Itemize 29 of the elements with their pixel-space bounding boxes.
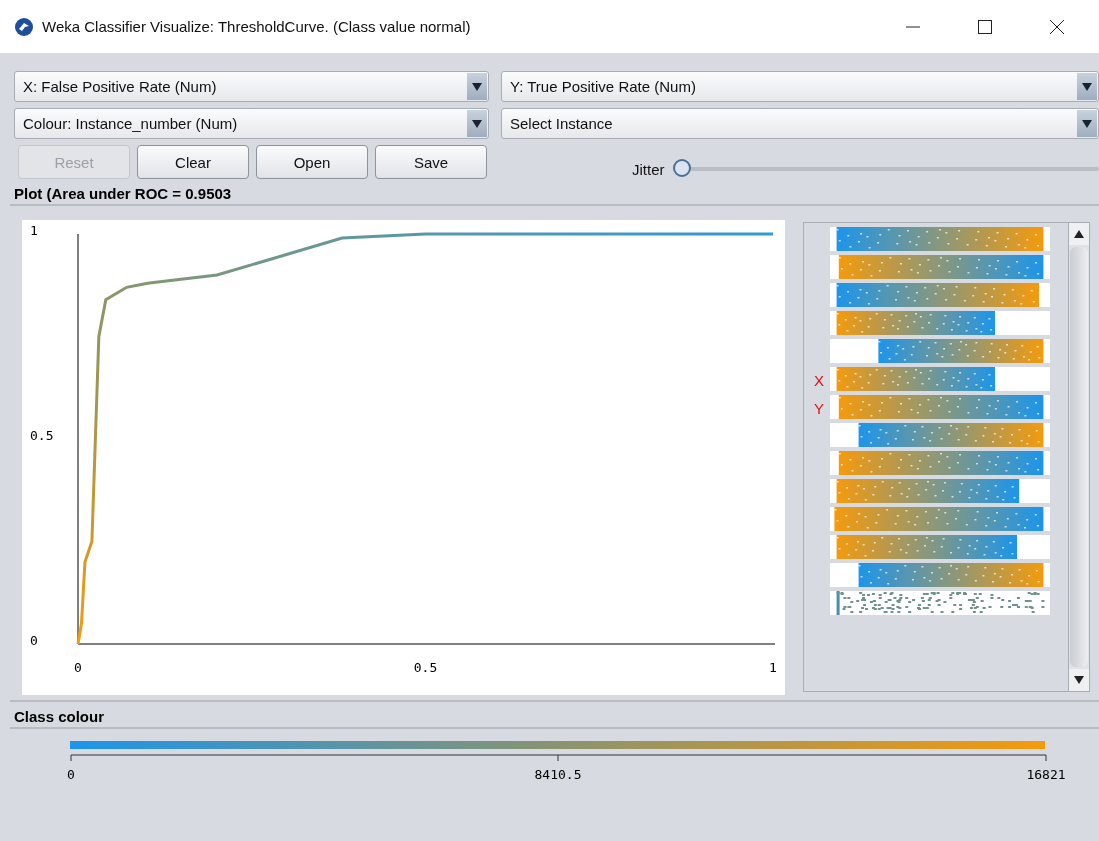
dropdown[interactable]: Y: True Positive Rate (Num): [501, 71, 1099, 102]
y-marker: Y: [813, 399, 825, 419]
dropdown[interactable]: X: False Positive Rate (Num): [14, 71, 489, 102]
y-tick-label: 0.5: [30, 428, 54, 443]
colour-scale-label: 16821: [1026, 767, 1066, 782]
plot-title: Plot (Area under ROC = 0.9503: [13, 184, 233, 204]
x-tick-label: 0.5: [413, 660, 438, 675]
y-tick-label: 0: [30, 633, 38, 648]
x-tick-label: 1: [769, 660, 777, 675]
dropdown[interactable]: Colour: Instance_number (Num): [14, 108, 489, 139]
x-marker: X: [813, 371, 825, 391]
y-tick-label: 1: [30, 223, 38, 238]
close-icon[interactable]: [1049, 18, 1065, 35]
window-title: Weka Classifier Visualize: ThresholdCurve. (Class value normal): [42, 18, 472, 35]
scroll-down-icon[interactable]: [1069, 669, 1089, 691]
scrollbar[interactable]: [1068, 223, 1089, 691]
action-button[interactable]: Open: [256, 145, 368, 179]
action-button[interactable]: Save: [375, 145, 487, 179]
x-tick-label: 0: [74, 660, 82, 675]
maximize-icon[interactable]: [977, 18, 993, 35]
action-button[interactable]: Clear: [137, 145, 249, 179]
class-colour-title: Class colour: [13, 707, 106, 727]
colour-scale-label: 8410.5: [534, 767, 582, 782]
jitter-slider-thumb[interactable]: [672, 159, 691, 177]
dropdown[interactable]: Select Instance: [501, 108, 1099, 139]
scroll-up-icon[interactable]: [1069, 223, 1089, 245]
bird-logo-icon: [14, 16, 34, 37]
colour-scale-label: 0: [67, 767, 75, 782]
jitter-label: Jitter: [632, 160, 665, 178]
